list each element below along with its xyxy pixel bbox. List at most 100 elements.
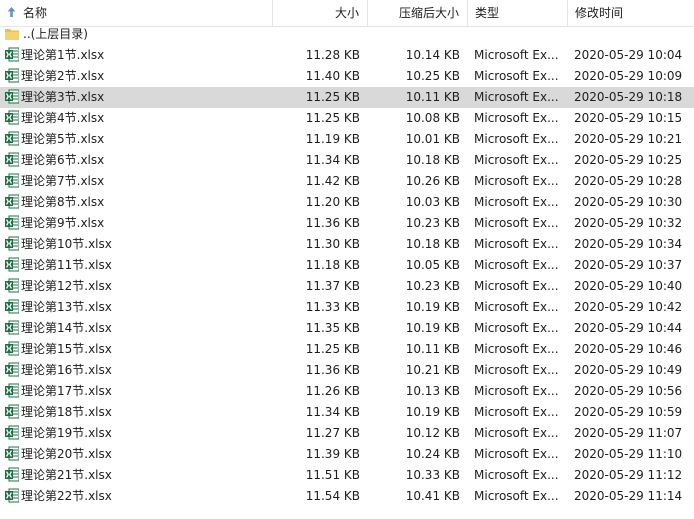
file-modified: 2020-05-29 10:18 [574, 90, 683, 104]
file-name: 理论第2节.xlsx [21, 69, 105, 83]
file-modified: 2020-05-29 11:12 [574, 468, 683, 482]
file-modified: 2020-05-29 10:25 [574, 153, 683, 167]
file-name-cell: 理论第5节.xlsx [0, 129, 273, 150]
parent-folder-row[interactable]: ..(上层目录) [0, 24, 694, 45]
file-compressed-size: 10.25 KB [405, 69, 460, 83]
file-compressed-size: 10.18 KB [405, 153, 460, 167]
file-row[interactable]: 理论第14节.xlsx 11.35 KB 10.19 KB Microsoft Ex.… [0, 318, 694, 339]
column-header-bar: 名称 大小 压缩后大小 类型 修改时间 [0, 0, 694, 27]
file-row[interactable]: 理论第10节.xlsx 11.30 KB 10.18 KB Microsoft Ex.… [0, 234, 694, 255]
file-row[interactable]: 理论第15节.xlsx 11.25 KB 10.11 KB Microsoft Ex.… [0, 339, 694, 360]
file-type: Microsoft Ex... [474, 489, 559, 503]
file-row[interactable]: 理论第21节.xlsx 11.51 KB 10.33 KB Microsoft Ex.… [0, 465, 694, 486]
file-name: 理论第13节.xlsx [21, 300, 112, 314]
file-type: Microsoft Ex... [474, 342, 559, 356]
file-name: 理论第8节.xlsx [21, 195, 105, 209]
file-row[interactable]: 理论第17节.xlsx 11.26 KB 10.13 KB Microsoft Ex.… [0, 381, 694, 402]
file-name: 理论第11节.xlsx [21, 258, 112, 272]
file-name-cell: 理论第19节.xlsx [0, 423, 273, 444]
file-compressed-size: 10.23 KB [405, 216, 460, 230]
excel-file-icon [5, 404, 20, 419]
file-name: 理论第6节.xlsx [21, 153, 105, 167]
file-size: 11.30 KB [305, 237, 360, 251]
file-modified: 2020-05-29 10:44 [574, 321, 683, 335]
file-modified: 2020-05-29 10:15 [574, 111, 683, 125]
file-compressed-size: 10.18 KB [405, 237, 460, 251]
file-name-cell: 理论第8节.xlsx [0, 192, 273, 213]
file-name: 理论第1节.xlsx [21, 48, 105, 62]
excel-file-icon [5, 47, 20, 62]
excel-file-icon [5, 173, 20, 188]
file-size: 11.34 KB [305, 405, 360, 419]
file-compressed-size: 10.14 KB [405, 48, 460, 62]
parent-folder-label: ..(上层目录) [23, 27, 88, 41]
file-name-cell: 理论第6节.xlsx [0, 150, 273, 171]
file-name-cell: 理论第21节.xlsx [0, 465, 273, 486]
file-name-cell: 理论第17节.xlsx [0, 381, 273, 402]
file-compressed-size: 10.11 KB [405, 342, 460, 356]
excel-file-icon [5, 236, 20, 251]
file-name: 理论第19节.xlsx [21, 426, 112, 440]
excel-file-icon [5, 152, 20, 167]
file-name: 理论第14节.xlsx [21, 321, 112, 335]
file-modified: 2020-05-29 10:28 [574, 174, 683, 188]
column-header-name[interactable]: 名称 [0, 0, 273, 26]
file-name: 理论第20节.xlsx [21, 447, 112, 461]
file-compressed-size: 10.21 KB [405, 363, 460, 377]
file-row[interactable]: 理论第9节.xlsx 11.36 KB 10.23 KB Microsoft Ex..… [0, 213, 694, 234]
column-header-size[interactable]: 大小 [273, 0, 368, 26]
file-row[interactable]: 理论第20节.xlsx 11.39 KB 10.24 KB Microsoft Ex.… [0, 444, 694, 465]
file-name-cell: 理论第1节.xlsx [0, 45, 273, 66]
file-type: Microsoft Ex... [474, 111, 559, 125]
file-name: 理论第17节.xlsx [21, 384, 112, 398]
file-type: Microsoft Ex... [474, 468, 559, 482]
file-modified: 2020-05-29 10:40 [574, 279, 683, 293]
file-rows: ..(上层目录) 理论第1节.xlsx 11.28 KB 10.14 KB Micro… [0, 24, 694, 507]
file-row[interactable]: 理论第22节.xlsx 11.54 KB 10.41 KB Microsoft Ex.… [0, 486, 694, 507]
archive-file-list: 名称 大小 压缩后大小 类型 修改时间 ..(上层目录) 理论第1节.xlsx 1… [0, 0, 694, 519]
file-row[interactable]: 理论第16节.xlsx 11.36 KB 10.21 KB Microsoft Ex.… [0, 360, 694, 381]
file-compressed-size: 10.33 KB [405, 468, 460, 482]
column-header-modified[interactable]: 修改时间 [568, 0, 694, 26]
file-name: 理论第18节.xlsx [21, 405, 112, 419]
file-compressed-size: 10.01 KB [405, 132, 460, 146]
file-type: Microsoft Ex... [474, 363, 559, 377]
file-name: 理论第12节.xlsx [21, 279, 112, 293]
file-compressed-size: 10.03 KB [405, 195, 460, 209]
file-row[interactable]: 理论第6节.xlsx 11.34 KB 10.18 KB Microsoft Ex..… [0, 150, 694, 171]
file-name-cell: 理论第22节.xlsx [0, 486, 273, 507]
file-row[interactable]: 理论第2节.xlsx 11.40 KB 10.25 KB Microsoft Ex..… [0, 66, 694, 87]
excel-file-icon [5, 194, 20, 209]
file-row[interactable]: 理论第18节.xlsx 11.34 KB 10.19 KB Microsoft Ex.… [0, 402, 694, 423]
file-row[interactable]: 理论第11节.xlsx 11.18 KB 10.05 KB Microsoft Ex.… [0, 255, 694, 276]
column-header-type[interactable]: 类型 [468, 0, 568, 26]
file-modified: 2020-05-29 10:56 [574, 384, 683, 398]
file-modified: 2020-05-29 10:37 [574, 258, 683, 272]
file-modified: 2020-05-29 11:07 [574, 426, 683, 440]
excel-file-icon [5, 383, 20, 398]
file-row[interactable]: 理论第7节.xlsx 11.42 KB 10.26 KB Microsoft Ex..… [0, 171, 694, 192]
file-compressed-size: 10.19 KB [405, 405, 460, 419]
file-type: Microsoft Ex... [474, 405, 559, 419]
sort-up-arrow-icon [7, 2, 20, 26]
file-row[interactable]: 理论第19节.xlsx 11.27 KB 10.12 KB Microsoft Ex.… [0, 423, 694, 444]
file-row[interactable]: 理论第13节.xlsx 11.33 KB 10.19 KB Microsoft Ex.… [0, 297, 694, 318]
column-header-compressed-size[interactable]: 压缩后大小 [368, 0, 468, 26]
file-name-cell: 理论第7节.xlsx [0, 171, 273, 192]
file-row[interactable]: 理论第5节.xlsx 11.19 KB 10.01 KB Microsoft Ex..… [0, 129, 694, 150]
file-size: 11.34 KB [305, 153, 360, 167]
file-type: Microsoft Ex... [474, 153, 559, 167]
file-row[interactable]: 理论第1节.xlsx 11.28 KB 10.14 KB Microsoft Ex..… [0, 45, 694, 66]
file-name-cell: 理论第18节.xlsx [0, 402, 273, 423]
file-row[interactable]: 理论第8节.xlsx 11.20 KB 10.03 KB Microsoft Ex..… [0, 192, 694, 213]
file-row[interactable]: 理论第12节.xlsx 11.37 KB 10.23 KB Microsoft Ex.… [0, 276, 694, 297]
file-row[interactable]: 理论第4节.xlsx 11.25 KB 10.08 KB Microsoft Ex..… [0, 108, 694, 129]
file-name: 理论第9节.xlsx [21, 216, 105, 230]
excel-file-icon [5, 110, 20, 125]
file-name-cell: 理论第9节.xlsx [0, 213, 273, 234]
excel-file-icon [5, 446, 20, 461]
file-modified: 2020-05-29 10:09 [574, 69, 683, 83]
file-size: 11.27 KB [305, 426, 360, 440]
file-name: 理论第21节.xlsx [21, 468, 112, 482]
file-row[interactable]: 理论第3节.xlsx 11.25 KB 10.11 KB Microsoft Ex..… [0, 87, 694, 108]
